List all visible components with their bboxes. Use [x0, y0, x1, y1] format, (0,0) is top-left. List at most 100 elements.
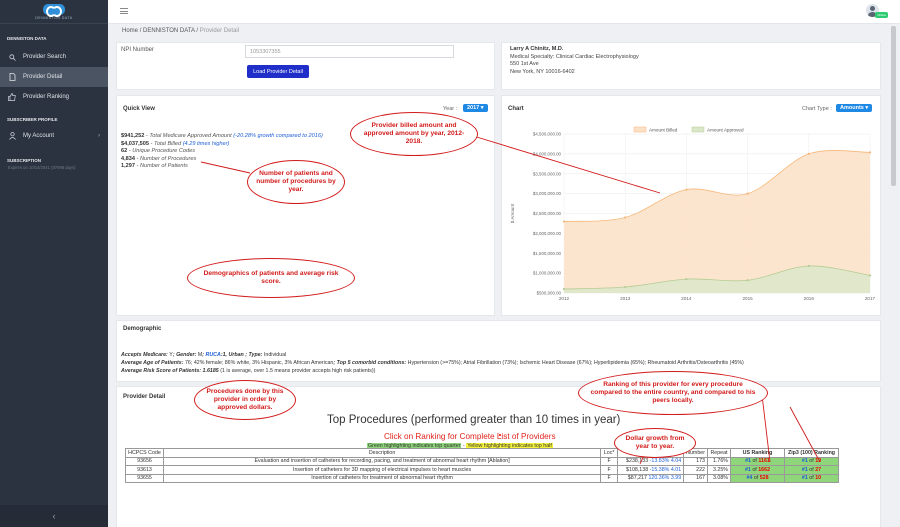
hcpcs-code[interactable]: 93656	[125, 456, 164, 466]
hcpcs-code[interactable]: 93655	[125, 473, 164, 483]
sidebar-item-label: My Account	[23, 133, 55, 139]
us-rank-total: 1662	[758, 466, 771, 473]
us-ranking-link[interactable]: #1 of 1161	[730, 456, 785, 466]
breadcrumb-separator: /	[196, 28, 199, 34]
table-row: 93655 Insertion of catheters for treatmen…	[125, 473, 839, 483]
demo-label: Average Risk Score of Patients:	[121, 368, 203, 374]
y-axis-label: $ Amount	[510, 203, 515, 223]
sidebar-item-provider-ranking[interactable]: Provider Ranking	[0, 87, 108, 107]
billed-label: - Total Billed	[149, 140, 183, 147]
y-tick-label: $500,000.00	[537, 291, 562, 296]
col-repeat[interactable]: Repeat	[707, 448, 731, 458]
data-point	[685, 188, 688, 191]
load-provider-button[interactable]: Load Provider Detail	[247, 65, 309, 78]
demographic-card: Demographic Accepts Medicare: Y; Gender:…	[116, 320, 881, 382]
npi-label: NPI Number	[121, 47, 155, 53]
dollar-growth: -15.38%	[649, 466, 670, 473]
callout-ranking: Ranking of this provider for every proce…	[578, 371, 768, 415]
provider-detail-title: Provider Detail	[123, 394, 166, 400]
location-code: F	[600, 465, 619, 475]
breadcrumb-home[interactable]: Home	[122, 28, 138, 34]
provider-address-line2: New York, NY 10016-6402	[510, 68, 575, 75]
demographic-title: Demographic	[123, 326, 162, 332]
hcpcs-code[interactable]: 93613	[125, 465, 164, 475]
data-point	[807, 152, 810, 155]
y-tick-label: $3,500,000.00	[533, 171, 562, 176]
demo-label: Average Age of Patients:	[121, 360, 185, 366]
status-badge: Online	[875, 12, 888, 18]
legend-label: Amount Billed	[649, 127, 678, 132]
demo-label: ; Gender:	[172, 352, 198, 358]
repeat-rate: 3.08%	[707, 473, 731, 483]
col-hcpcs[interactable]: HCPCS Code	[125, 448, 164, 458]
ranking-instructions: Click on Ranking for Complete List of Pr…	[384, 432, 556, 441]
data-point	[746, 192, 749, 195]
billed-amount: $4,037,505	[121, 140, 149, 147]
callout-billed-amount: Provider billed amount and approved amou…	[350, 112, 478, 156]
procedure-description: Insertion of catheters for treatment of …	[162, 473, 602, 483]
year-select[interactable]: 2017 ▾	[463, 104, 488, 112]
col-loc[interactable]: Loc*	[600, 448, 619, 458]
dollars-value: $108,138	[626, 466, 649, 473]
sidebar-item-label: Provider Search	[23, 54, 67, 60]
x-tick-label: 2014	[681, 296, 692, 301]
sidebar-section-subscription: SUBSCRIPTION	[7, 158, 42, 163]
breadcrumb-current: Provider Detail	[199, 28, 240, 34]
procedure-description: Evaluation and insertion of catheters fo…	[162, 456, 602, 466]
breadcrumb: Home / DENNISTON DATA / Provider Detail	[122, 28, 239, 34]
zip3-ranking-link[interactable]: #1 of 27	[784, 465, 839, 475]
legend-swatch	[633, 126, 647, 133]
patient-count-label: - Number of Patients	[135, 163, 188, 170]
callout-procedures: Procedures done by this provider in orde…	[194, 380, 296, 420]
marker-dot	[499, 434, 501, 436]
data-point	[868, 274, 872, 277]
table-row: 93613 Insertion of catheters for 3D mappi…	[125, 465, 839, 475]
user-icon	[8, 132, 16, 140]
zip3-ranking-link[interactable]: #1 of 19	[784, 456, 839, 466]
table-row: 93656 Evaluation and insertion of cathete…	[125, 456, 839, 466]
zip3-ranking-link[interactable]: #1 of 10	[784, 473, 839, 483]
sidebar-item-provider-search[interactable]: Provider Search	[0, 47, 108, 67]
breadcrumb-section[interactable]: DENNISTON DATA	[143, 28, 195, 34]
provider-specialty: Medical Specialty: Clinical Cardiac Elec…	[510, 53, 639, 60]
provider-search-card: NPI Number Load Provider Detail	[116, 42, 495, 90]
demo-value: Hypertension (>=75%); Atrial Fibrillatio…	[407, 360, 744, 366]
procedure-count-label: - Number of Procedures	[135, 155, 197, 162]
callout-demographics: Demographics of patients and average ris…	[187, 258, 355, 298]
col-zip3-ranking[interactable]: Zip3 (100) Ranking	[784, 448, 839, 458]
us-ranking-link[interactable]: #1 of 1662	[730, 465, 785, 475]
us-ranking-link[interactable]: #4 of 528	[730, 473, 785, 483]
dollar-multiple: 3.99	[670, 475, 682, 482]
top-procedures-title: Top Procedures (performed greater than 1…	[327, 414, 621, 426]
zip-rank-total: 10	[815, 475, 822, 482]
risk-score: 1.6185	[202, 368, 219, 374]
x-tick-label: 2013	[620, 296, 631, 301]
demo-value: Individual	[263, 352, 287, 358]
npi-input[interactable]	[245, 45, 454, 58]
x-tick-label: 2015	[742, 296, 753, 301]
sidebar-item-my-account[interactable]: My Account ›	[0, 126, 108, 146]
sidebar-item-provider-detail[interactable]: Provider Detail	[0, 67, 108, 87]
procedure-number: 222	[683, 465, 708, 475]
zip-rank-total: 19	[815, 458, 822, 465]
menu-icon[interactable]	[120, 8, 128, 14]
col-description[interactable]: Description	[162, 448, 602, 458]
scrollbar-thumb[interactable]	[891, 26, 896, 186]
brand-logo[interactable]: DENNISTON DATA	[0, 0, 108, 24]
y-tick-label: $1,000,000.00	[533, 271, 562, 276]
dollars-cell: $87,217 120.36% 3.99	[617, 473, 685, 483]
location-code: F	[600, 456, 619, 466]
approved-label: - Total Medicare Approved Amount	[144, 133, 234, 139]
y-tick-label: $3,000,000.00	[533, 191, 562, 196]
ruca-link[interactable]: RUCA	[206, 352, 221, 358]
dollar-multiple: 4.04	[670, 458, 682, 465]
procedure-description: Insertion of catheters for 3D mapping of…	[162, 465, 602, 475]
data-point	[807, 264, 810, 268]
topbar: Online	[108, 0, 900, 24]
year-label: Year :	[443, 106, 458, 112]
sidebar-collapse-button[interactable]: ‹	[0, 505, 108, 527]
demo-label: Accepts Medicare:	[121, 352, 170, 358]
procedures-table: HCPCS Code Description Loc* Dollars Numb…	[125, 448, 839, 483]
x-tick-label: 2016	[804, 296, 815, 301]
col-us-ranking[interactable]: US Ranking	[730, 448, 785, 458]
